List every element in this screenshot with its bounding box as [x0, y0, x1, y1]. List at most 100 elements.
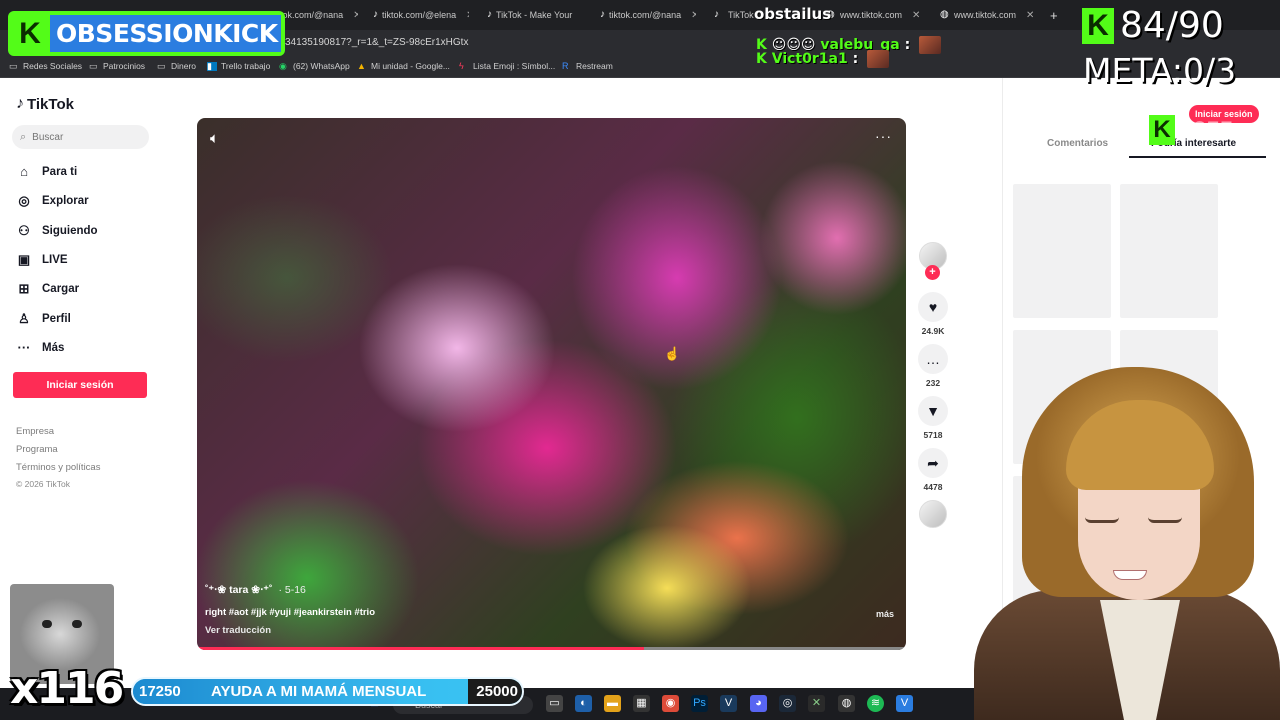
nav-profile[interactable]: ♙ Perfil: [16, 311, 71, 327]
tiktok-icon: ♪: [714, 9, 719, 20]
tiktok-icon: ♪: [373, 9, 378, 20]
search-box[interactable]: ⌕: [12, 125, 149, 149]
steam-icon[interactable]: ◎: [779, 695, 796, 712]
chrome-icon[interactable]: ◉: [662, 695, 679, 712]
combo-counter: x116: [10, 663, 124, 714]
share-action[interactable]: ➦ 4478: [918, 448, 948, 492]
task-view-icon[interactable]: ▭: [546, 695, 563, 712]
close-tab-icon[interactable]: ✕: [691, 10, 696, 21]
vtuber-eye: [1148, 517, 1182, 523]
bookmark-item[interactable]: ϟ Lista Emoji : Símbol...: [459, 61, 555, 71]
close-tab-icon[interactable]: ✕: [1026, 10, 1034, 21]
browser-tab[interactable]: ♪tiktok.com/@elena✕: [373, 5, 469, 25]
tab-underline: [1129, 156, 1266, 158]
save-action[interactable]: ▼ 5718: [918, 396, 948, 440]
store-icon[interactable]: ▦: [633, 695, 650, 712]
search-icon: ⌕: [20, 130, 27, 143]
browser-tab[interactable]: ♪TikTok - Make Your✕: [487, 5, 583, 25]
browser-tab[interactable]: ♪tiktok.com/@nana✕: [600, 5, 696, 25]
nav-following[interactable]: ⚇ Siguiendo: [16, 223, 97, 239]
cat-eye: [72, 620, 82, 628]
volume-icon[interactable]: 🔈︎: [210, 130, 219, 147]
trello-icon: ▮: [207, 61, 217, 71]
kick-logo-icon: K: [14, 16, 46, 51]
like-action[interactable]: ♥ 24.9K: [918, 292, 948, 336]
whatsapp-icon: ◉: [279, 60, 287, 71]
progress-bar[interactable]: [197, 647, 644, 650]
nav-explore[interactable]: ◎ Explorar: [16, 193, 88, 209]
cat-eye: [42, 620, 52, 628]
search-input[interactable]: [32, 131, 133, 143]
bookmark-item[interactable]: ▭ Dinero: [157, 61, 196, 71]
kick-count: 355: [1193, 117, 1234, 144]
nav-upload[interactable]: ⊞ Cargar: [16, 281, 80, 297]
spotify-icon[interactable]: ≋: [867, 695, 884, 712]
suggested-tile[interactable]: [1013, 184, 1111, 318]
browser-tab[interactable]: ♪ TikTok: [714, 5, 754, 25]
bookmark-item[interactable]: ◉ (62) WhatsApp: [279, 61, 350, 71]
bookmark-icon[interactable]: ▼: [918, 396, 948, 426]
bookmark-item[interactable]: ▮ Trello trabajo: [207, 61, 270, 71]
close-tab-icon[interactable]: ✕: [466, 10, 469, 21]
heart-icon[interactable]: ♥: [918, 292, 948, 322]
upload-icon: ⊞: [18, 281, 30, 296]
footer-link-company[interactable]: Empresa: [16, 426, 54, 437]
close-tab-icon[interactable]: ✕: [582, 10, 583, 21]
bookmark-item[interactable]: ▲ Mi unidad - Google...: [357, 61, 450, 71]
browser-tab[interactable]: ◍ www.tiktok.com ✕: [826, 5, 926, 25]
comment-action[interactable]: … 232: [918, 344, 948, 388]
folder-icon: ▭: [157, 60, 166, 71]
sound-avatar[interactable]: [919, 500, 947, 528]
comment-icon[interactable]: …: [918, 344, 948, 374]
new-tab-icon[interactable]: +: [1050, 5, 1062, 25]
nav-more[interactable]: ··· Más: [16, 340, 65, 355]
footer-link-terms[interactable]: Términos y políticas: [16, 462, 100, 473]
file-explorer-icon[interactable]: ▬: [604, 695, 621, 712]
photoshop-icon[interactable]: Ps: [691, 695, 708, 712]
bolt-icon: ϟ: [459, 60, 464, 71]
edge-icon[interactable]: ◐: [575, 695, 592, 712]
chat-message: K Vict0r1a1 :: [756, 50, 890, 68]
tiktok-note-icon: ♪: [16, 95, 24, 112]
folder-icon: ▭: [9, 60, 18, 71]
footer-link-program[interactable]: Programa: [16, 444, 58, 455]
tab-comments[interactable]: Comentarios: [1047, 138, 1108, 149]
close-tab-icon[interactable]: ✕: [912, 10, 920, 21]
bookmark-item[interactable]: R Restream: [562, 61, 613, 71]
bookmark-item[interactable]: ▭ Patrocinios: [89, 61, 145, 71]
compass-icon: ◎: [18, 193, 30, 208]
browser-tab[interactable]: ◍ www.tiktok.com ✕: [940, 5, 1040, 25]
more-link[interactable]: más: [876, 609, 894, 619]
follower-counter: K 84/90: [1082, 5, 1224, 46]
login-button[interactable]: Iniciar sesión: [13, 372, 147, 398]
video-author[interactable]: ˚⁺‧❀ tara ❀‧⁺˚ · 5-16: [205, 584, 306, 596]
following-icon: ⚇: [18, 223, 30, 238]
home-icon: ⌂: [20, 164, 28, 179]
kick-badge-icon: K: [756, 51, 767, 67]
bookmark-item[interactable]: ▭ Redes Sociales: [9, 61, 82, 71]
nav-live[interactable]: ▣ LIVE: [16, 252, 68, 268]
obs-icon[interactable]: ◍: [838, 695, 855, 712]
live-icon: ▣: [17, 252, 31, 267]
kick-logo-icon: K: [1082, 7, 1114, 44]
vtuber-mouth: [1113, 570, 1147, 580]
more-options-icon[interactable]: ···: [875, 128, 892, 144]
vegas-icon[interactable]: V: [720, 695, 737, 712]
xbox-icon[interactable]: ✕: [808, 695, 825, 712]
goal-title: AYUDA A MI MAMÁ MENSUAL: [211, 683, 427, 700]
restream-icon: R: [562, 60, 569, 71]
nav-for-you[interactable]: ⌂ Para ti: [16, 164, 77, 179]
progress-track[interactable]: [643, 647, 906, 650]
translate-link[interactable]: Ver traducción: [205, 625, 271, 636]
url-text[interactable]: 34135190817?_r=1&_t=ZS-98cEr1xHGtx: [285, 37, 468, 48]
share-icon[interactable]: ➦: [918, 448, 948, 478]
follow-plus-icon[interactable]: +: [925, 265, 940, 280]
video-caption[interactable]: right #aot #jjk #yuji #jeankirstein #tri…: [205, 607, 375, 618]
discord-icon[interactable]: ◕: [750, 695, 767, 712]
suggested-tile[interactable]: [1120, 184, 1218, 318]
close-tab-icon[interactable]: ✕: [353, 10, 358, 21]
vtube-icon[interactable]: V: [896, 695, 913, 712]
video-player[interactable]: 🔈︎ ··· ˚⁺‧❀ tara ❀‧⁺˚ · 5-16 right #aot …: [197, 118, 906, 650]
chat-emote-icon: [919, 36, 942, 54]
tiktok-logo[interactable]: ♪ TikTok: [16, 95, 74, 113]
